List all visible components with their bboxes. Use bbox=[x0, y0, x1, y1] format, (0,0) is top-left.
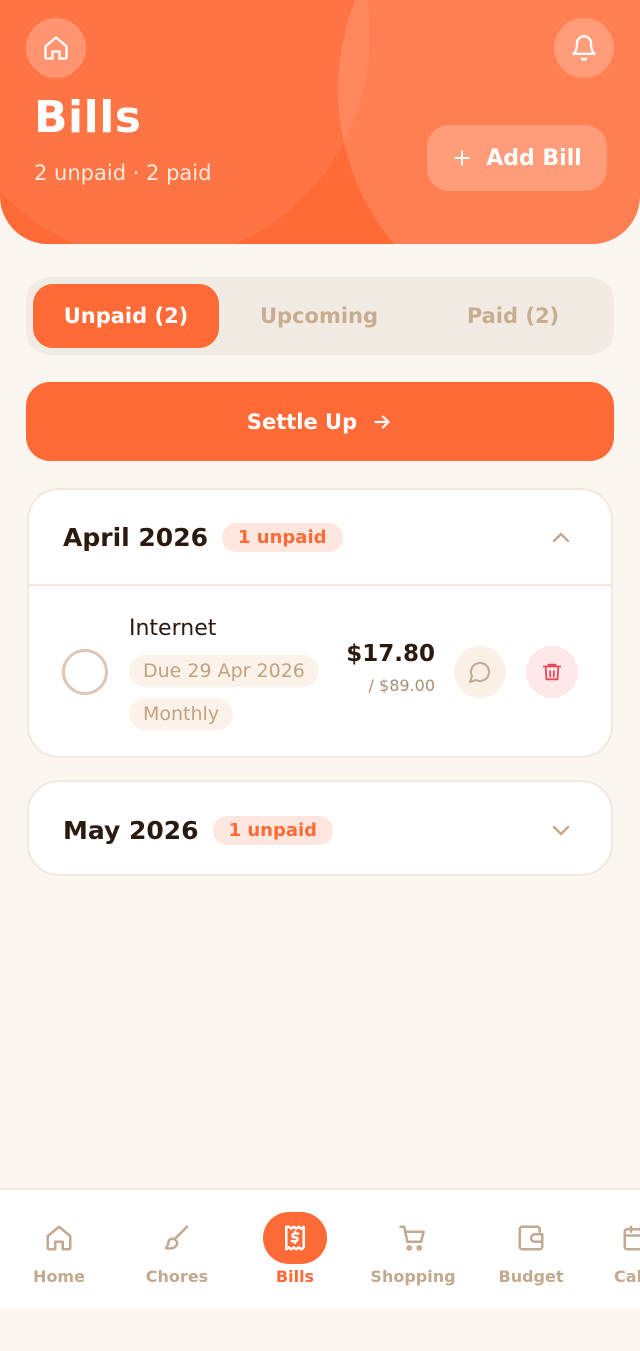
arrow-right-icon bbox=[374, 414, 390, 429]
due-date-chip: Due 29 Apr 2026 bbox=[129, 655, 319, 687]
notifications-button[interactable] bbox=[554, 18, 614, 78]
trash-icon bbox=[542, 663, 562, 681]
mark-paid-checkbox[interactable] bbox=[62, 649, 108, 695]
comment-icon bbox=[469, 662, 490, 683]
bills-summary: 2 unpaid · 2 paid bbox=[34, 161, 212, 185]
add-bill-button[interactable]: Add Bill bbox=[427, 125, 607, 191]
nav-item-calendar[interactable]: Cal bbox=[590, 1190, 640, 1311]
bell-icon bbox=[572, 35, 596, 61]
nav-label: Budget bbox=[498, 1267, 564, 1286]
nav-item-budget[interactable]: Budget bbox=[472, 1190, 590, 1311]
home-button[interactable] bbox=[26, 18, 86, 78]
comment-button[interactable] bbox=[454, 646, 506, 698]
nav-item-shopping[interactable]: Shopping bbox=[354, 1190, 472, 1311]
nav-icon-wrap bbox=[27, 1212, 91, 1264]
month-header[interactable]: April 2026 1 unpaid bbox=[29, 490, 611, 586]
month-title: May 2026 bbox=[63, 815, 199, 845]
settle-up-label: Settle Up bbox=[246, 409, 358, 434]
nav-icon-wrap bbox=[499, 1212, 563, 1264]
bill-share-amount: $17.80 bbox=[346, 641, 435, 667]
bills-page: Bills 2 unpaid · 2 paid Add Bill Unpaid … bbox=[0, 0, 640, 1351]
month-title: April 2026 bbox=[63, 522, 208, 552]
nav-label: Cal bbox=[614, 1267, 640, 1286]
wallet-icon bbox=[518, 1225, 544, 1251]
chevron-up-icon[interactable] bbox=[549, 526, 573, 550]
unpaid-badge: 1 unpaid bbox=[212, 815, 334, 845]
nav-item-home[interactable]: Home bbox=[0, 1190, 118, 1311]
month-header[interactable]: May 2026 1 unpaid bbox=[29, 782, 611, 878]
calendar-icon bbox=[623, 1225, 640, 1251]
tab-unpaid[interactable]: Unpaid (2) bbox=[33, 284, 219, 348]
home-icon bbox=[46, 1225, 72, 1251]
cart-icon bbox=[399, 1225, 425, 1251]
nav-icon-wrap bbox=[604, 1212, 640, 1264]
bottom-nav: Home Chores Bills Shopping Budget Cal bbox=[0, 1188, 640, 1309]
unpaid-badge: 1 unpaid bbox=[222, 522, 343, 552]
bill-name: Internet bbox=[129, 616, 217, 641]
bill-item: Internet Due 29 Apr 2026 Monthly $17.80 … bbox=[29, 586, 611, 758]
month-group-april: April 2026 1 unpaid Internet Due 29 Apr … bbox=[27, 488, 613, 758]
bill-total-amount: / $89.00 bbox=[368, 676, 435, 695]
nav-item-chores[interactable]: Chores bbox=[118, 1190, 236, 1311]
tab-paid[interactable]: Paid (2) bbox=[419, 284, 607, 348]
settle-up-button[interactable]: Settle Up bbox=[26, 382, 614, 461]
nav-item-bills[interactable]: Bills bbox=[236, 1190, 354, 1311]
month-group-may: May 2026 1 unpaid bbox=[27, 780, 613, 876]
bill-filter-tabs: Unpaid (2) Upcoming Paid (2) bbox=[26, 277, 614, 355]
tab-upcoming[interactable]: Upcoming bbox=[219, 284, 419, 348]
header: Bills 2 unpaid · 2 paid Add Bill bbox=[0, 0, 640, 244]
nav-label: Chores bbox=[145, 1267, 209, 1286]
brush-icon bbox=[164, 1225, 189, 1250]
frequency-chip: Monthly bbox=[129, 698, 234, 730]
nav-label: Home bbox=[33, 1267, 85, 1286]
nav-icon-wrap bbox=[145, 1212, 209, 1264]
receipt-icon bbox=[285, 1225, 305, 1251]
chevron-down-icon[interactable] bbox=[549, 818, 573, 842]
delete-button[interactable] bbox=[526, 646, 578, 698]
add-bill-label: Add Bill bbox=[486, 145, 582, 171]
nav-label: Shopping bbox=[370, 1267, 456, 1286]
plus-icon bbox=[454, 150, 470, 166]
nav-label: Bills bbox=[275, 1267, 315, 1286]
page-title: Bills bbox=[34, 92, 142, 143]
nav-icon-wrap bbox=[263, 1212, 327, 1264]
home-icon bbox=[44, 36, 68, 60]
nav-icon-wrap bbox=[381, 1212, 445, 1264]
